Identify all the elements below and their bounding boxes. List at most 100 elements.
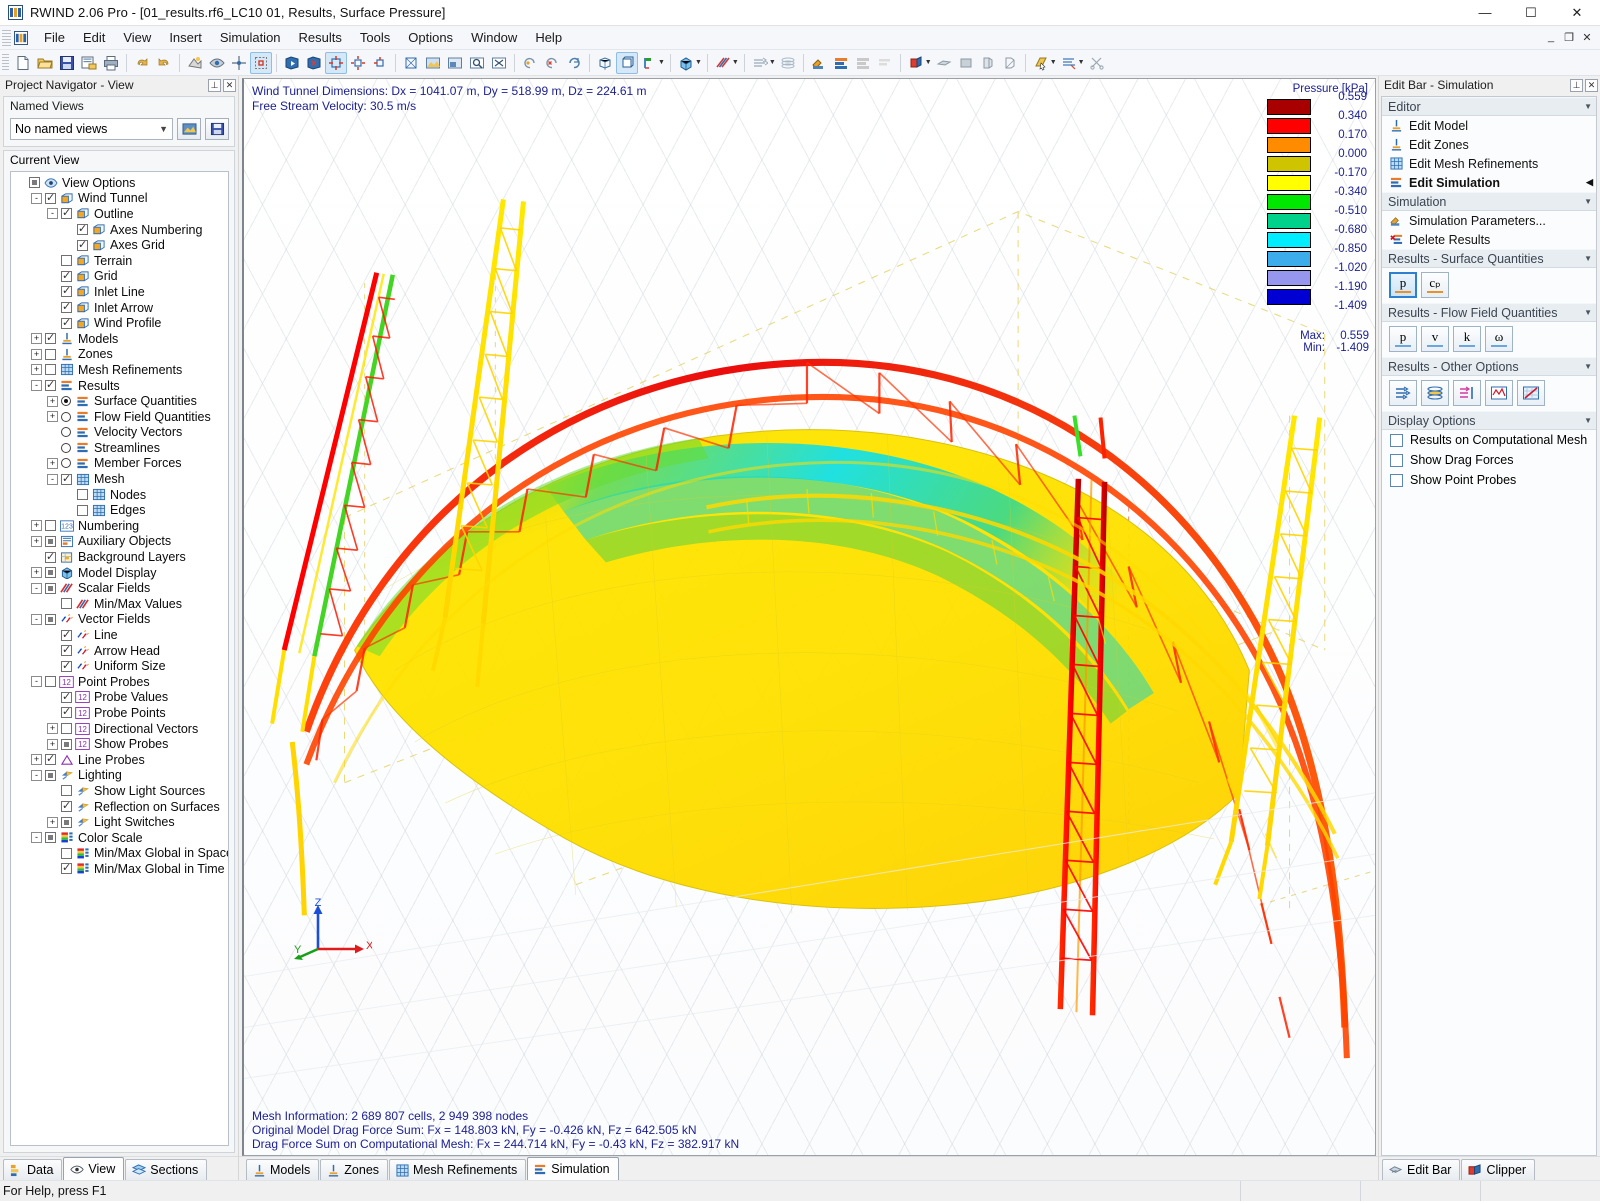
- measure-dropdown-arrow-icon[interactable]: ▼: [1078, 59, 1085, 66]
- tree-item-color-scale[interactable]: -Color Scale: [11, 830, 228, 846]
- collapse-icon[interactable]: -: [31, 380, 42, 391]
- clipper-dropdown-arrow-icon[interactable]: ▼: [925, 59, 932, 66]
- checkbox[interactable]: [45, 832, 56, 843]
- checkbox[interactable]: [61, 208, 72, 219]
- checkbox[interactable]: [61, 318, 72, 329]
- radio-button[interactable]: [61, 458, 71, 468]
- radio-button[interactable]: [61, 443, 71, 453]
- expand-icon[interactable]: +: [47, 458, 58, 469]
- render-mode-icon[interactable]: [184, 52, 206, 74]
- tree-item-grid[interactable]: Grid: [11, 269, 228, 285]
- wireframe-icon[interactable]: [594, 52, 616, 74]
- tree-item-auxiliary-objects[interactable]: +Auxiliary Objects: [11, 534, 228, 550]
- tree-item-zones[interactable]: +Zones: [11, 347, 228, 363]
- checkbox[interactable]: [1390, 434, 1403, 447]
- flow-velocity-button[interactable]: v: [1421, 326, 1449, 352]
- checkbox[interactable]: [45, 364, 56, 375]
- section-dropdown-arrow-icon[interactable]: ▼: [1050, 59, 1057, 66]
- streamline-toolbar-icon[interactable]: [749, 52, 771, 74]
- tree-item-uniform-size[interactable]: Uniform Size: [11, 658, 228, 674]
- checkbox[interactable]: [45, 676, 56, 687]
- chevron-down-icon[interactable]: ▼: [1584, 102, 1592, 111]
- expand-icon[interactable]: +: [31, 754, 42, 765]
- new-file-icon[interactable]: [12, 52, 34, 74]
- tree-item-mesh-refinements[interactable]: +Mesh Refinements: [11, 362, 228, 378]
- isosurface-toolbar-icon[interactable]: [777, 52, 799, 74]
- expand-icon[interactable]: +: [31, 520, 42, 531]
- tree-item-wind-profile[interactable]: Wind Profile: [11, 315, 228, 331]
- tree-item-edges[interactable]: Edges: [11, 502, 228, 518]
- radio-button[interactable]: [61, 412, 71, 422]
- tab-models[interactable]: Models: [246, 1159, 319, 1180]
- pressure-button[interactable]: p: [1389, 272, 1417, 298]
- graph-button[interactable]: [1517, 380, 1545, 406]
- editbar-item-simulation-parameters[interactable]: Simulation Parameters...: [1382, 211, 1596, 230]
- collapse-icon[interactable]: -: [31, 614, 42, 625]
- expand-icon[interactable]: +: [47, 411, 58, 422]
- results-toolbar-icon[interactable]: [874, 52, 896, 74]
- menu-options[interactable]: Options: [399, 27, 462, 48]
- expand-icon[interactable]: +: [47, 739, 58, 750]
- tree-item-results[interactable]: -Results: [11, 378, 228, 394]
- close-button[interactable]: ✕: [1554, 0, 1600, 26]
- flow-pressure-button[interactable]: p: [1389, 326, 1417, 352]
- expand-icon[interactable]: +: [31, 333, 42, 344]
- checkbox[interactable]: [45, 536, 56, 547]
- menu-view[interactable]: View: [114, 27, 160, 48]
- section-header-flow-field[interactable]: Results - Flow Field Quantities ▼: [1382, 303, 1596, 322]
- open-file-icon[interactable]: [34, 52, 56, 74]
- editbar-item-edit-model[interactable]: Edit Model: [1382, 116, 1596, 135]
- tree-item-terrain[interactable]: Terrain: [11, 253, 228, 269]
- solid-view-icon[interactable]: [616, 52, 638, 74]
- maximize-button[interactable]: ☐: [1508, 0, 1554, 26]
- section-select-icon[interactable]: [1030, 52, 1052, 74]
- tree-item-show-probes[interactable]: +12Show Probes: [11, 736, 228, 752]
- flow-k-button[interactable]: k: [1453, 326, 1481, 352]
- menu-window[interactable]: Window: [462, 27, 526, 48]
- checkbox[interactable]: [61, 817, 72, 828]
- chevron-down-icon[interactable]: ▼: [1584, 197, 1592, 206]
- section-header-other-options[interactable]: Results - Other Options ▼: [1382, 357, 1596, 376]
- checkbox[interactable]: [61, 645, 72, 656]
- tree-item-view-options[interactable]: View Options: [11, 175, 228, 191]
- collapse-icon[interactable]: -: [47, 474, 58, 485]
- checkbox[interactable]: [45, 552, 56, 563]
- minimize-button[interactable]: —: [1462, 0, 1508, 26]
- editbar-item-edit-mesh-refinements[interactable]: Edit Mesh Refinements: [1382, 154, 1596, 173]
- editbar-pin-button[interactable]: ⊥: [1570, 79, 1583, 92]
- apply-view-button[interactable]: [177, 118, 201, 140]
- save-icon[interactable]: [56, 52, 78, 74]
- cp-button[interactable]: cₚ: [1421, 272, 1449, 298]
- navigator-pin-button[interactable]: ⊥: [208, 79, 221, 92]
- display-option-show-drag-forces[interactable]: Show Drag Forces: [1382, 450, 1596, 470]
- diagram-button[interactable]: [1485, 380, 1513, 406]
- chevron-down-icon[interactable]: ▼: [1584, 362, 1592, 371]
- tree-item-axes-grid[interactable]: Axes Grid: [11, 237, 228, 253]
- navigator-close-button[interactable]: ✕: [223, 79, 236, 92]
- checkbox[interactable]: [45, 567, 56, 578]
- tab-sections[interactable]: Sections: [125, 1159, 207, 1180]
- expand-icon[interactable]: +: [47, 396, 58, 407]
- tree-item-directional-vectors[interactable]: +12Directional Vectors: [11, 721, 228, 737]
- chevron-down-icon[interactable]: ▼: [1584, 308, 1592, 317]
- tree-item-show-light-sources[interactable]: Show Light Sources: [11, 783, 228, 799]
- tab-zones[interactable]: Zones: [320, 1159, 388, 1180]
- menu-edit[interactable]: Edit: [74, 27, 114, 48]
- checkbox[interactable]: [61, 286, 72, 297]
- chevron-down-icon[interactable]: ▼: [1584, 416, 1592, 425]
- menu-tools[interactable]: Tools: [351, 27, 399, 48]
- tree-item-line-probes[interactable]: +Line Probes: [11, 752, 228, 768]
- view-cube-icon[interactable]: [400, 52, 422, 74]
- checkbox[interactable]: [61, 739, 72, 750]
- checkbox[interactable]: [61, 785, 72, 796]
- editbar-item-delete-results[interactable]: Delete Results: [1382, 230, 1596, 249]
- checkbox[interactable]: [45, 770, 56, 781]
- print-icon[interactable]: [100, 52, 122, 74]
- rotate-left-icon[interactable]: [519, 52, 541, 74]
- tree-item-background-layers[interactable]: Background Layers: [11, 549, 228, 565]
- tree-item-member-forces[interactable]: +Member Forces: [11, 456, 228, 472]
- section-header-display-options[interactable]: Display Options ▼: [1382, 411, 1596, 430]
- collapse-icon[interactable]: -: [47, 208, 58, 219]
- tab-mesh-refinements[interactable]: Mesh Refinements: [389, 1159, 526, 1180]
- expand-icon[interactable]: +: [31, 567, 42, 578]
